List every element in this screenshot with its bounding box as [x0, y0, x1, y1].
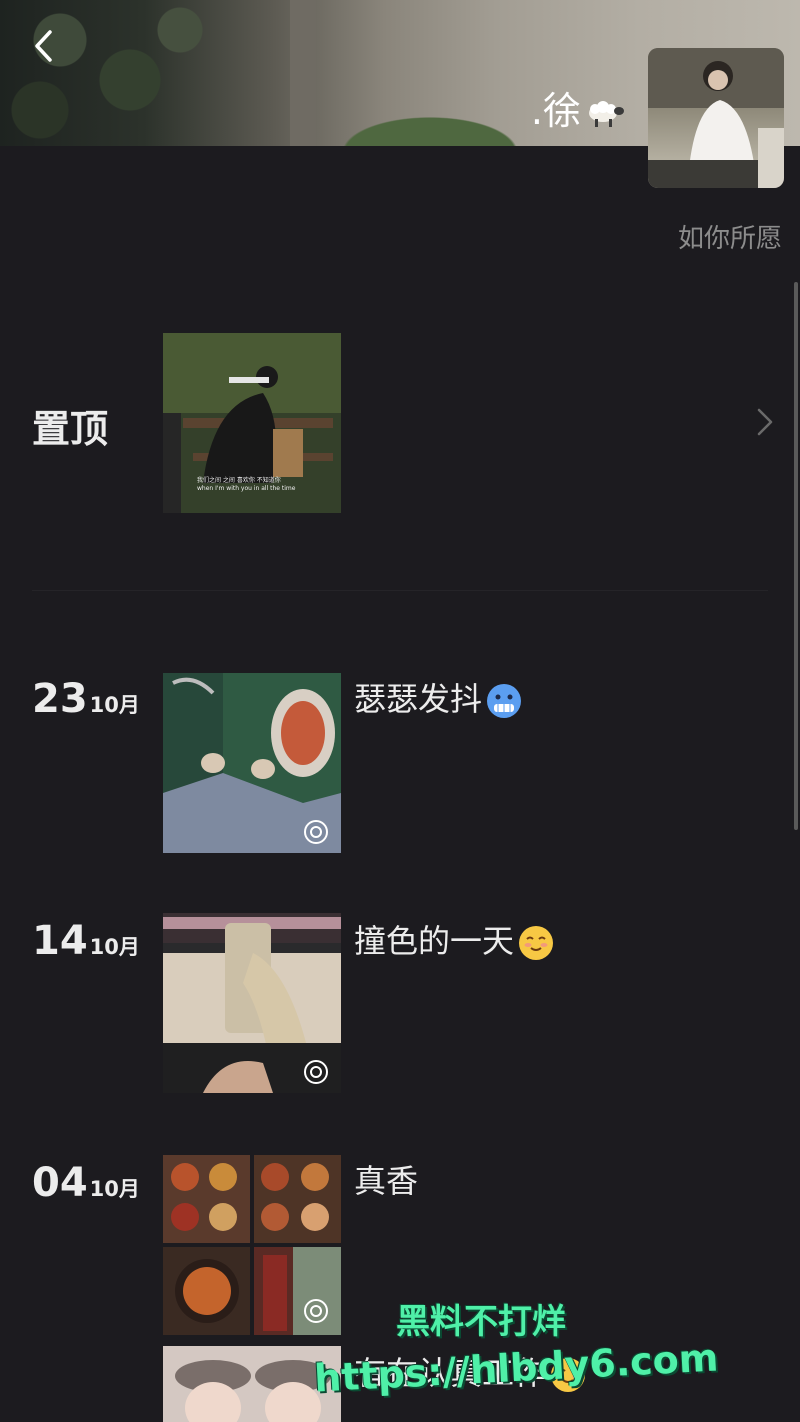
chevron-left-icon [35, 30, 52, 62]
post-caption: 真香 [354, 1162, 419, 1200]
post-month: 10月 [89, 1177, 140, 1201]
post-date: 0410月 [32, 1160, 140, 1206]
profile-signature: 如你所愿 [677, 224, 782, 254]
nickname-text: .徐 [530, 89, 581, 133]
post-caption-text: 瑟瑟发抖 [354, 680, 483, 718]
live-photo-icon [304, 1299, 328, 1323]
post-caption: 瑟瑟发抖 [354, 674, 522, 720]
post-caption: 撞色的一天 [354, 916, 554, 962]
cover-pillar [290, 0, 316, 146]
post-month: 10月 [89, 935, 140, 959]
chevron-right-icon[interactable] [752, 404, 778, 440]
post-month: 10月 [89, 693, 140, 717]
post-caption-text: 撞色的一天 [354, 922, 515, 960]
watermark-title: 黑料不打烊 [396, 1302, 566, 1342]
pinned-thumbnail-caption-2: when I'm with you in all the time [197, 485, 296, 492]
profile-nickname: .徐 [531, 80, 625, 135]
sheep-icon [589, 100, 624, 127]
avatar-image [648, 48, 784, 188]
live-photo-icon [304, 820, 328, 844]
freezing-face-icon [487, 684, 522, 718]
post-date: 1410月 [32, 918, 140, 964]
cover-leaves [0, 0, 230, 146]
pinned-thumbnail-caption: 我们之间 之间 喜欢你 不知道你 [197, 477, 281, 484]
post-thumbnail[interactable] [163, 913, 341, 1093]
post-day: 04 [32, 1160, 88, 1206]
scrollbar[interactable] [794, 282, 798, 830]
cover-bush [330, 112, 530, 146]
post-thumbnail[interactable] [163, 673, 341, 853]
smiling-face-icon [519, 926, 554, 960]
avatar[interactable] [648, 48, 784, 188]
pinned-post-thumbnail[interactable]: 我们之间 之间 喜欢你 不知道你 when I'm with you in al… [163, 333, 341, 513]
section-divider [32, 590, 768, 591]
live-photo-icon [304, 1060, 328, 1084]
pinned-label: 置顶 [32, 407, 109, 451]
post-day: 14 [32, 918, 88, 964]
back-button[interactable] [30, 28, 60, 64]
post-thumbnail[interactable] [163, 1155, 341, 1335]
post-day: 23 [32, 676, 88, 722]
post-date: 2310月 [32, 676, 140, 722]
